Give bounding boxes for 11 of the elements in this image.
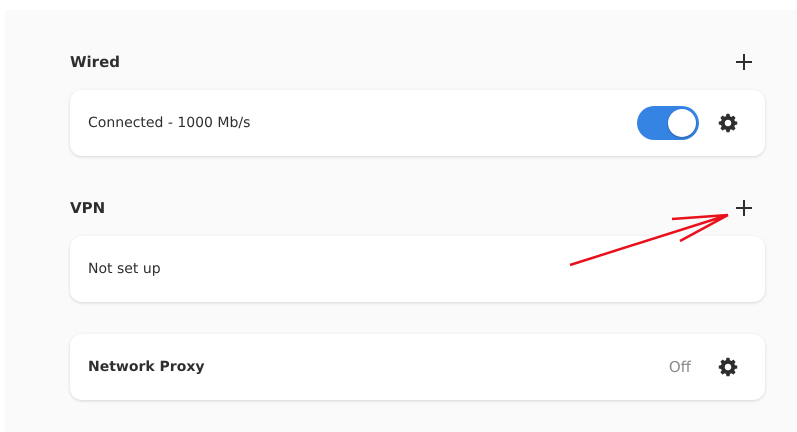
row-label: Connected - 1000 Mb/s: [88, 115, 252, 131]
section-title: VPN: [70, 199, 106, 217]
add-icon[interactable]: [734, 52, 754, 72]
status-text: Off: [668, 358, 691, 376]
add-icon[interactable]: [734, 198, 754, 218]
section-title: Wired: [70, 53, 120, 71]
row-label: Network Proxy: [88, 359, 206, 375]
toggle-switch[interactable]: [637, 106, 699, 140]
settings-icon[interactable]: [717, 356, 739, 378]
settings-icon[interactable]: [717, 112, 739, 134]
row-label: Not set up: [88, 261, 162, 277]
